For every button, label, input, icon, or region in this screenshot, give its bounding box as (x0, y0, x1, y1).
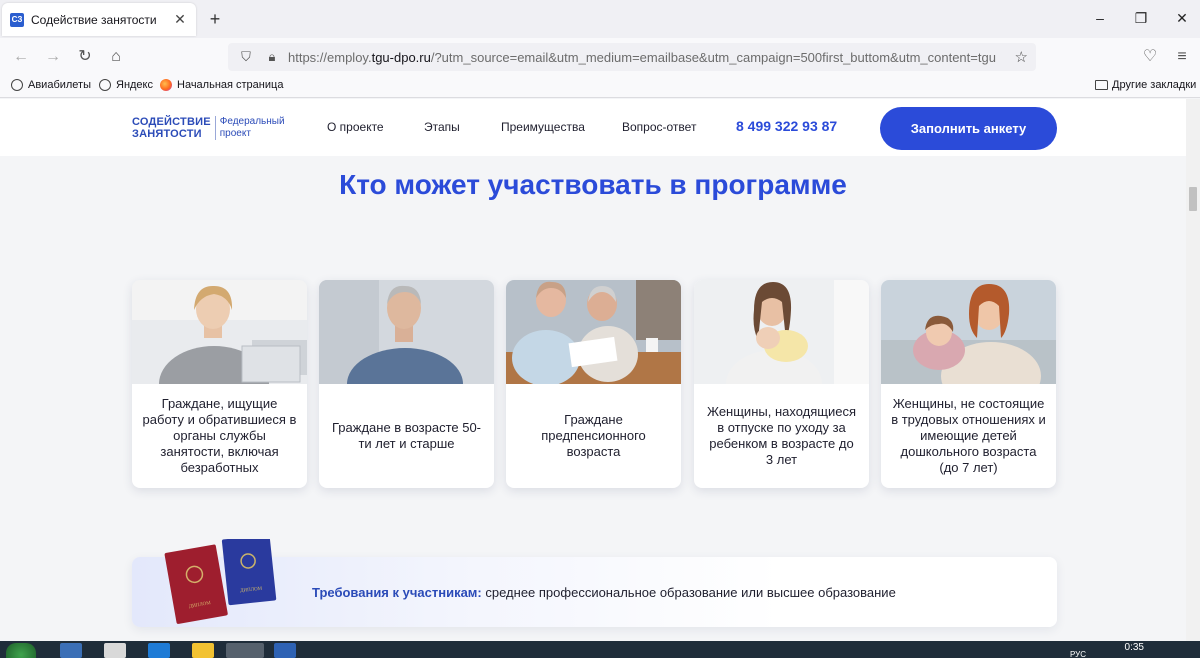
language-indicator[interactable]: РУС (1070, 650, 1086, 658)
page-scrollbar[interactable] (1186, 99, 1200, 641)
logo-subtitle: Федеральный (219, 116, 285, 127)
outlook-icon[interactable] (60, 643, 82, 658)
logo-line: ЗАНЯТОСТИ (132, 128, 202, 140)
card-photo (694, 280, 869, 384)
site-favicon-icon: СЗ (10, 12, 24, 27)
card-photo (881, 280, 1056, 384)
participant-card: Женщины, находящиеся в отпуске по уходу … (694, 280, 869, 488)
card-text: Граждане предпенсионного возраста (541, 412, 646, 459)
requirements-text: Требования к участникам: среднее професс… (312, 585, 896, 600)
app-icon[interactable] (274, 643, 296, 658)
start-button-icon[interactable] (6, 643, 36, 658)
phone-link[interactable]: 8 499 322 93 87 (736, 118, 837, 134)
bookmark-item[interactable]: Яндекс (99, 79, 153, 91)
os-taskbar: РУС 0:35 (0, 641, 1200, 658)
browser-tab[interactable]: СЗ Содействие занятости ✕ (2, 3, 196, 36)
card-text: Граждане, ищущие работу и обратившиеся в… (142, 396, 297, 475)
new-tab-icon[interactable]: + (205, 9, 225, 29)
minimize-icon[interactable]: – (1090, 10, 1110, 26)
participant-card: Граждане, ищущие работу и обратившиеся в… (132, 280, 307, 488)
card-text: Женщины, находящиеся в отпуске по уходу … (706, 404, 857, 467)
folder-icon[interactable] (192, 643, 214, 658)
site-logo[interactable]: СОДЕЙСТВИЕ ЗАНЯТОСТИ Федеральный проект (132, 116, 285, 140)
home-icon[interactable]: ⌂ (106, 47, 126, 67)
shield-icon[interactable]: ⛉ (236, 49, 256, 65)
pocket-icon[interactable]: ♡ (1140, 47, 1160, 67)
store-icon[interactable] (104, 643, 126, 658)
bookmark-item[interactable]: Начальная страница (160, 79, 283, 91)
forward-icon[interactable]: → (43, 47, 63, 67)
bookmarks-bar: Авиабилеты Яндекс Начальная страница Дру… (0, 76, 1200, 98)
participant-card: Граждане в возрасте 50-ти лет и старше (319, 280, 494, 488)
requirements-value: среднее профессиональное образование или… (481, 585, 896, 600)
edge-icon[interactable] (148, 643, 170, 658)
lock-icon[interactable]: 🔒︎ (262, 49, 282, 65)
requirements-label: Требования к участникам: (312, 585, 482, 600)
browser-navbar: ← → ↻ ⌂ ⛉ 🔒︎ https://employ.tgu-dpo.ru/?… (0, 38, 1200, 76)
bookmark-item[interactable]: Авиабилеты (11, 79, 91, 91)
diploma-illustration: ДИПЛОМ ДИПЛОМ (164, 539, 277, 624)
reload-icon[interactable]: ↻ (75, 47, 95, 67)
tab-title: Содействие занятости (31, 12, 157, 27)
card-photo (132, 280, 307, 384)
participant-card: Граждане предпенсионного возраста (506, 280, 681, 488)
clock[interactable]: 0:35 (1125, 642, 1144, 653)
fill-form-button[interactable]: Заполнить анкету (880, 107, 1057, 150)
url-text[interactable]: https://employ.tgu-dpo.ru/?utm_source=em… (288, 50, 1036, 65)
card-photo (319, 280, 494, 384)
globe-icon (11, 79, 23, 91)
logo-subtitle: проект (219, 128, 251, 139)
back-icon[interactable]: ← (11, 47, 31, 67)
restore-icon[interactable]: ❐ (1131, 10, 1151, 27)
address-bar[interactable]: ⛉ 🔒︎ https://employ.tgu-dpo.ru/?utm_sour… (228, 43, 1036, 71)
nav-link-about[interactable]: О проекте (327, 120, 384, 134)
scrollbar-thumb[interactable] (1189, 187, 1197, 211)
card-photo (506, 280, 681, 384)
browser-tabbar: СЗ Содействие занятости ✕ + – ❐ ✕ (0, 0, 1200, 38)
firefox-icon (160, 79, 172, 91)
close-window-icon[interactable]: ✕ (1172, 10, 1192, 27)
firefox-icon[interactable] (226, 643, 264, 658)
nav-link-advantages[interactable]: Преимущества (501, 120, 585, 134)
close-tab-icon[interactable]: ✕ (172, 11, 188, 28)
requirements-banner: ДИПЛОМ ДИПЛОМ Требования к участникам: с… (132, 539, 1057, 627)
bookmark-star-icon[interactable]: ☆ (1015, 48, 1028, 66)
site-header: СОДЕЙСТВИЕ ЗАНЯТОСТИ Федеральный проект … (0, 99, 1186, 156)
globe-icon (99, 79, 111, 91)
nav-link-faq[interactable]: Вопрос-ответ (622, 120, 696, 134)
folder-icon (1095, 80, 1108, 90)
menu-icon[interactable]: ≡ (1172, 47, 1192, 67)
other-bookmarks[interactable]: Другие закладки (1095, 79, 1196, 91)
section-title: Кто может участвовать в программе (339, 169, 847, 200)
nav-link-stages[interactable]: Этапы (424, 120, 460, 134)
card-text: Женщины, не состоящие в трудовых отношен… (891, 396, 1046, 475)
card-text: Граждане в возрасте 50-ти лет и старше (331, 420, 482, 451)
page-viewport: СОДЕЙСТВИЕ ЗАНЯТОСТИ Федеральный проект … (0, 99, 1186, 641)
participant-card: Женщины, не состоящие в трудовых отношен… (881, 280, 1056, 488)
logo-line: СОДЕЙСТВИЕ (132, 116, 211, 128)
